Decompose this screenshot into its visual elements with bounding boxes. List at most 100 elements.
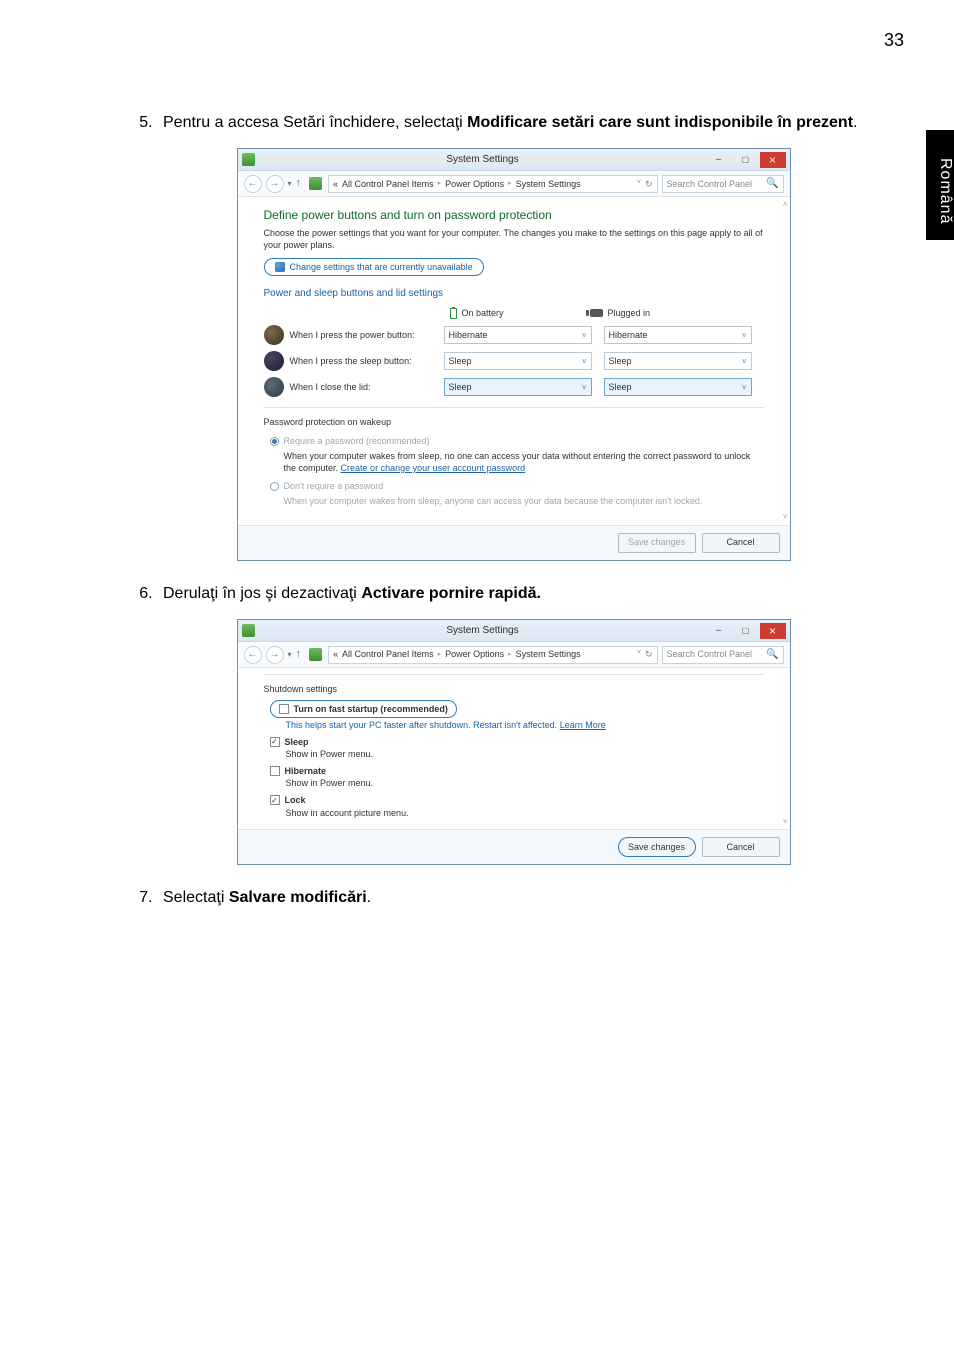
change-settings-link[interactable]: Change settings that are currently unava… [264, 258, 484, 277]
step-5: Pentru a accesa Setări închidere, select… [157, 112, 864, 561]
navbar: ← → ▾ ↑ « All Control Panel Items ▸ Powe… [238, 642, 790, 668]
plug-icon [590, 309, 603, 317]
sleep-checkbox[interactable]: Sleep [270, 736, 764, 749]
language-tab: Română [926, 130, 954, 240]
step-6: Derulaţi în jos şi dezactivaţi Activare … [157, 583, 864, 865]
sleep-button-row: When I press the sleep button: Sleep Sle… [264, 351, 764, 371]
minimize-button[interactable] [706, 152, 732, 168]
shutdown-fieldset: Shutdown settings Turn on fast startup (… [264, 674, 764, 819]
window-title: System Settings [261, 153, 705, 167]
page-number: 33 [884, 30, 904, 51]
history-chevron-icon[interactable]: ▾ [288, 178, 292, 189]
fast-desc: This helps start your PC faster after sh… [286, 720, 560, 730]
opt1-label: Require a password (recommended) [284, 435, 430, 448]
bc-p3[interactable]: System Settings [516, 178, 581, 191]
sleep-plugged-select[interactable]: Sleep [604, 352, 752, 370]
screenshot-1: System Settings ← → ▾ ↑ « All Control Pa… [237, 148, 791, 560]
lock-label: Lock [285, 794, 306, 807]
maximize-button[interactable] [733, 623, 759, 639]
lid-battery-select[interactable]: Sleep [444, 378, 592, 396]
screenshot-2: System Settings ← → ▾ ↑ « All Control Pa… [237, 619, 791, 865]
opt1-desc: When your computer wakes from sleep, no … [284, 450, 764, 474]
panel-desc: Choose the power settings that you want … [264, 228, 764, 251]
breadcrumb-icon [309, 177, 322, 190]
refresh-icon[interactable]: ↻ [645, 648, 653, 661]
sleep-battery-select[interactable]: Sleep [444, 352, 592, 370]
change-settings-text: Change settings that are currently unava… [290, 261, 473, 274]
search-placeholder: Search Control Panel [667, 178, 753, 191]
opt2-label: Don't require a password [284, 480, 384, 493]
search-input[interactable]: Search Control Panel 🔍 [662, 646, 784, 664]
step-7: Selectaţi Salvare modificări. [157, 887, 864, 909]
chevron-down-icon[interactable]: ˅ [637, 178, 641, 191]
search-placeholder: Search Control Panel [667, 648, 753, 661]
chevron-down-icon[interactable]: ˅ [637, 648, 641, 661]
search-icon: 🔍 [766, 177, 778, 191]
sleep-label: Sleep [285, 736, 309, 749]
require-password-radio[interactable]: Require a password (recommended) [270, 435, 764, 448]
checkbox-icon [270, 766, 280, 776]
maximize-button[interactable] [733, 152, 759, 168]
checkbox-checked-icon [270, 795, 280, 805]
cancel-button[interactable]: Cancel [702, 837, 780, 857]
scroll-down-icon[interactable]: ˅ [783, 816, 788, 827]
footer: Save changes Cancel [238, 829, 790, 864]
scroll-up-icon[interactable]: ˄ [783, 199, 788, 210]
history-chevron-icon[interactable]: ▾ [288, 649, 292, 660]
moon-icon [264, 351, 284, 371]
bc-p2[interactable]: Power Options [445, 648, 504, 661]
bc-prefix: « [333, 648, 338, 661]
column-headers: On battery Plugged in [450, 307, 730, 320]
bc-p1[interactable]: All Control Panel Items [342, 648, 434, 661]
lid-plugged-select[interactable]: Sleep [604, 378, 752, 396]
back-button[interactable]: ← [244, 646, 262, 664]
titlebar: System Settings [238, 149, 790, 171]
section-heading: Power and sleep buttons and lid settings [264, 287, 764, 301]
scroll-down-icon[interactable]: ˅ [783, 511, 788, 522]
bc-p3[interactable]: System Settings [516, 648, 581, 661]
titlebar: System Settings [238, 620, 790, 642]
col-plugged: Plugged in [608, 307, 651, 320]
lock-checkbox[interactable]: Lock [270, 794, 764, 807]
power-battery-select[interactable]: Hibernate [444, 326, 592, 344]
save-button[interactable]: Save changes [618, 837, 696, 857]
bc-p1[interactable]: All Control Panel Items [342, 178, 434, 191]
forward-button[interactable]: → [266, 175, 284, 193]
shield-icon [275, 262, 285, 272]
save-button[interactable]: Save changes [618, 533, 696, 553]
bc-p2[interactable]: Power Options [445, 178, 504, 191]
app-icon [242, 624, 255, 637]
close-button[interactable] [760, 152, 786, 168]
search-input[interactable]: Search Control Panel 🔍 [662, 175, 784, 193]
chevron-right-icon: ▸ [508, 650, 512, 660]
hibernate-desc: Show in Power menu. [286, 777, 764, 790]
create-password-link[interactable]: Create or change your user account passw… [341, 463, 526, 473]
cancel-button[interactable]: Cancel [702, 533, 780, 553]
learn-more-link[interactable]: Learn More [560, 720, 606, 730]
hibernate-checkbox[interactable]: Hibernate [270, 765, 764, 778]
up-button[interactable]: ↑ [296, 647, 302, 662]
laptop-icon [264, 377, 284, 397]
close-button[interactable] [760, 623, 786, 639]
hibernate-label: Hibernate [285, 765, 327, 778]
refresh-icon[interactable]: ↻ [645, 178, 653, 191]
power-plugged-select[interactable]: Hibernate [604, 326, 752, 344]
no-password-radio[interactable]: Don't require a password [270, 480, 764, 493]
forward-button[interactable]: → [266, 646, 284, 664]
row-label: When I close the lid: [290, 381, 444, 394]
app-icon [242, 153, 255, 166]
up-button[interactable]: ↑ [296, 176, 302, 191]
back-button[interactable]: ← [244, 175, 262, 193]
panel-body: Shutdown settings Turn on fast startup (… [238, 668, 790, 829]
breadcrumb[interactable]: « All Control Panel Items ▸ Power Option… [328, 175, 657, 193]
checkbox-icon [279, 704, 289, 714]
navbar: ← → ▾ ↑ « All Control Panel Items ▸ Powe… [238, 171, 790, 197]
footer: Save changes Cancel [238, 525, 790, 560]
fast-startup-checkbox[interactable]: Turn on fast startup (recommended) [270, 700, 457, 719]
radio-icon [270, 482, 279, 491]
breadcrumb[interactable]: « All Control Panel Items ▸ Power Option… [328, 646, 657, 664]
sleep-desc: Show in Power menu. [286, 748, 764, 761]
breadcrumb-icon [309, 648, 322, 661]
minimize-button[interactable] [706, 623, 732, 639]
panel-heading: Define power buttons and turn on passwor… [264, 207, 764, 224]
